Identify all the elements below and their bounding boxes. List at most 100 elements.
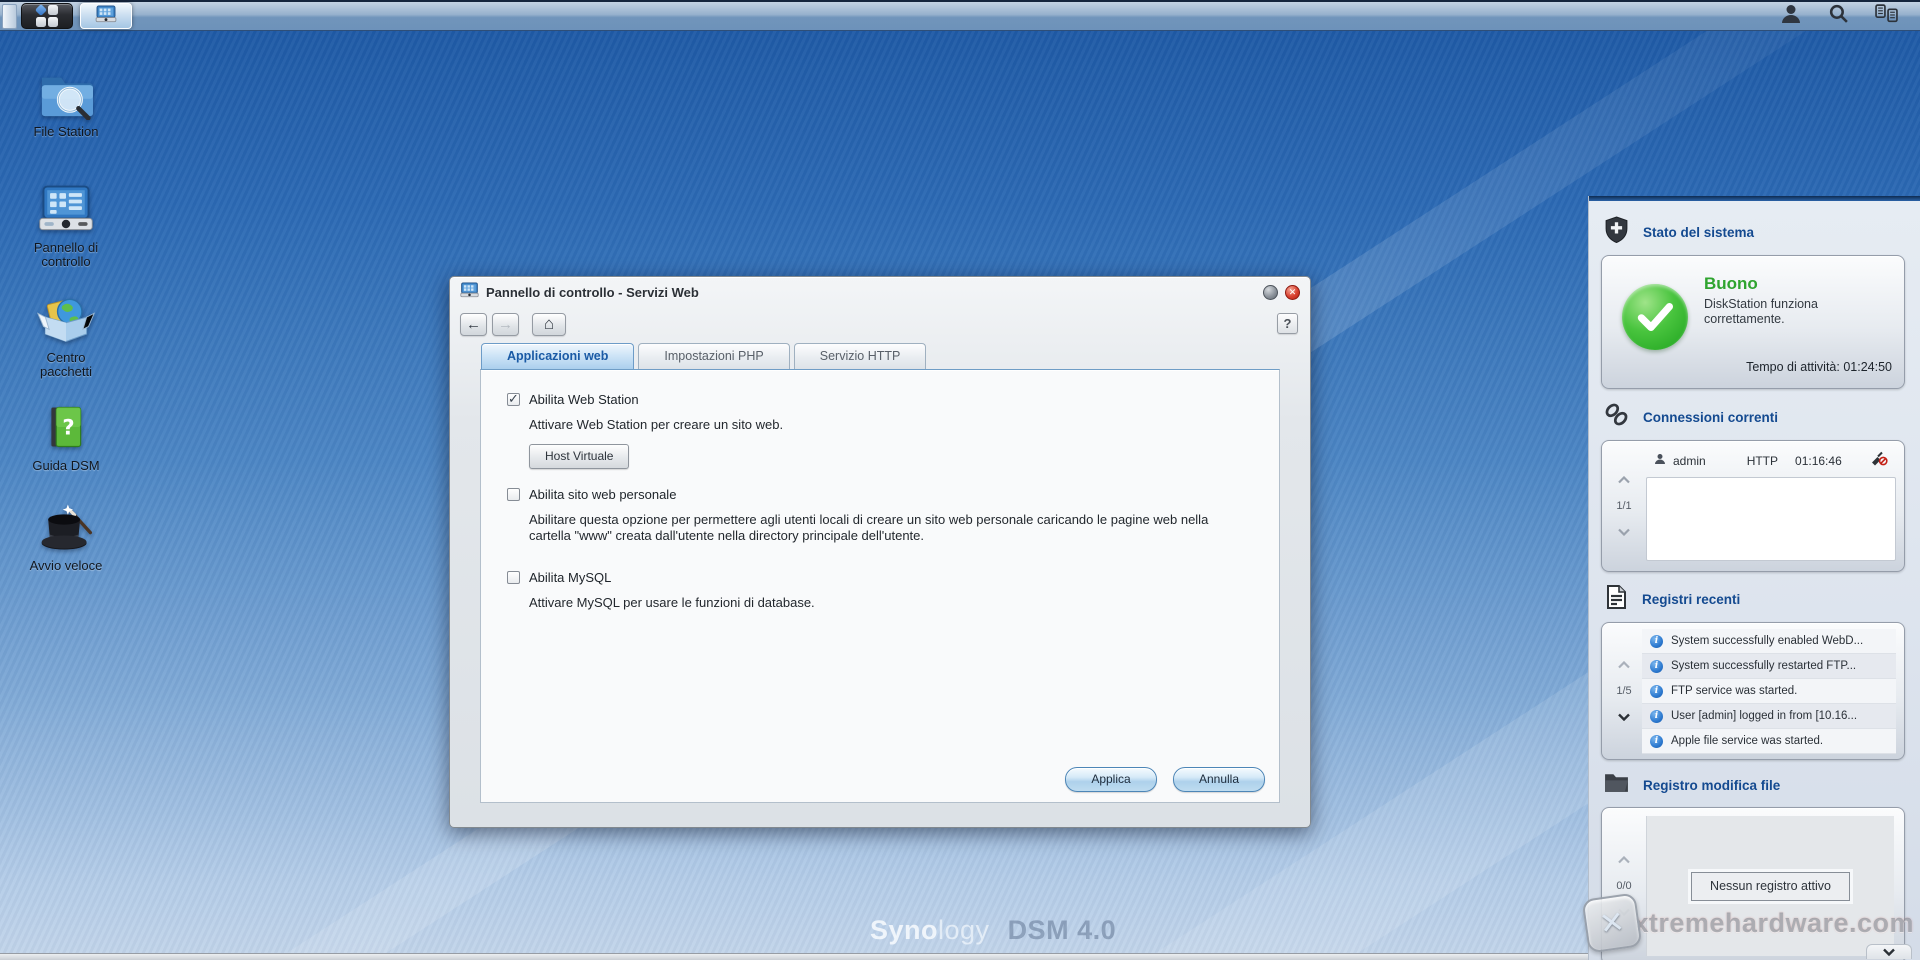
log-row[interactable]: i System successfully restarted FTP... bbox=[1642, 654, 1896, 679]
forward-button[interactable]: → bbox=[492, 312, 519, 336]
status-text: Buono bbox=[1704, 274, 1758, 293]
status-message: DiskStation funziona correttamente. bbox=[1704, 297, 1818, 326]
show-desktop-button[interactable] bbox=[2, 3, 17, 29]
pilot-view-button[interactable] bbox=[1875, 4, 1898, 28]
disconnect-icon[interactable] bbox=[1870, 451, 1888, 471]
tab-servizio-http[interactable]: Servizio HTTP bbox=[793, 343, 927, 369]
tab-bar: Applicazioni web Impostazioni PHP Serviz… bbox=[480, 343, 1280, 369]
personal-site-checkbox[interactable] bbox=[507, 488, 520, 501]
taskbar-right bbox=[1780, 3, 1920, 30]
page-down-icon[interactable] bbox=[1617, 523, 1631, 541]
web-station-description: Attivare Web Station per creare un sito … bbox=[529, 417, 784, 432]
help-button[interactable]: ? bbox=[1277, 313, 1298, 334]
info-icon: i bbox=[1650, 734, 1663, 748]
info-icon: i bbox=[1650, 709, 1663, 723]
watermark: ✕ xtremehardware.com bbox=[1581, 892, 1914, 954]
link-icon bbox=[1603, 401, 1630, 433]
page-up-icon[interactable] bbox=[1617, 471, 1631, 489]
help-book-icon: ? bbox=[8, 396, 124, 454]
desktop-icon-quick-start[interactable]: Avvio veloce bbox=[8, 496, 124, 573]
brand-bold: Syno bbox=[870, 915, 939, 945]
user-icon bbox=[1780, 3, 1802, 30]
tab-applicazioni-web[interactable]: Applicazioni web bbox=[481, 343, 635, 369]
web-station-label: Abilita Web Station bbox=[529, 392, 639, 407]
search-button[interactable] bbox=[1828, 3, 1849, 29]
back-icon: ← bbox=[466, 315, 481, 333]
log-row[interactable]: i FTP service was started. bbox=[1642, 679, 1896, 704]
mysql-description: Attivare MySQL per usare le funzioni di … bbox=[529, 595, 815, 610]
widget-title: Registro modifica file bbox=[1643, 777, 1781, 793]
desktop-icon-package-center[interactable]: Centro pacchetti bbox=[8, 288, 124, 379]
recent-logs-panel: 1/5 i System successfully enabled WebD...… bbox=[1601, 622, 1905, 760]
personal-site-label: Abilita sito web personale bbox=[529, 487, 677, 502]
page-down-icon[interactable] bbox=[1617, 708, 1631, 726]
control-panel-window: Pannello di controllo - Servizi Web ✕ ← … bbox=[449, 276, 1311, 828]
apply-button[interactable]: Applica bbox=[1065, 767, 1157, 792]
folder-icon bbox=[1603, 770, 1630, 800]
status-ok-icon bbox=[1622, 284, 1688, 350]
virtual-host-button[interactable]: Host Virtuale bbox=[529, 444, 630, 469]
svg-text:?: ? bbox=[62, 414, 74, 439]
taskbar-item-control-panel[interactable] bbox=[80, 3, 132, 29]
control-panel-icon bbox=[8, 178, 124, 236]
connections-header: Connessioni correnti bbox=[1603, 401, 1905, 433]
logs-pager: 1/5 bbox=[1602, 623, 1646, 759]
desktop-icon-dsm-help[interactable]: ? Guida DSM bbox=[8, 396, 124, 473]
desktop-icon-file-station[interactable]: File Station bbox=[8, 62, 124, 139]
home-button[interactable]: ⌂ bbox=[532, 312, 566, 336]
system-health-panel: Buono DiskStation funziona correttamente… bbox=[1601, 255, 1905, 389]
web-station-checkbox[interactable] bbox=[507, 391, 520, 407]
mysql-row: Abilita MySQL bbox=[507, 570, 1253, 585]
web-station-row: Abilita Web Station bbox=[507, 391, 1253, 407]
widget-title: Stato del sistema bbox=[1643, 224, 1755, 240]
tab-panel: Abilita Web Station Attivare Web Station… bbox=[480, 369, 1280, 803]
personal-site-description: Abilitare questa opzione per permettere … bbox=[529, 512, 1209, 543]
desktop-icon-control-panel[interactable]: Pannello di controllo bbox=[8, 178, 124, 269]
watermark-text: xtremehardware.com bbox=[1633, 907, 1914, 938]
mysql-checkbox[interactable] bbox=[507, 571, 520, 584]
desktop-icon-label: Centro pacchetti bbox=[39, 350, 93, 379]
magic-hat-icon bbox=[8, 496, 124, 554]
search-icon bbox=[1828, 3, 1849, 29]
user-mini-icon bbox=[1654, 452, 1666, 470]
window-titlebar[interactable]: Pannello di controllo - Servizi Web ✕ bbox=[450, 277, 1310, 307]
connection-row: admin HTTP 01:16:46 bbox=[1646, 449, 1896, 477]
home-icon: ⌂ bbox=[543, 314, 555, 333]
desktop-icon-label: File Station bbox=[33, 124, 99, 139]
page-up-icon[interactable] bbox=[1617, 656, 1631, 674]
cancel-button[interactable]: Annulla bbox=[1173, 767, 1265, 792]
personal-site-row: Abilita sito web personale bbox=[507, 487, 1253, 502]
system-health-header: Stato del sistema bbox=[1603, 216, 1905, 248]
pager-label: 1/1 bbox=[1616, 500, 1632, 512]
window-icon bbox=[460, 281, 479, 303]
log-row[interactable]: i Apple file service was started. bbox=[1642, 729, 1896, 754]
connections-pager: 1/1 bbox=[1602, 441, 1646, 571]
control-panel-task-icon bbox=[95, 4, 117, 28]
taskbar-left bbox=[0, 2, 132, 30]
form-footer: Applica Annulla bbox=[1065, 767, 1265, 792]
log-row[interactable]: i System successfully enabled WebD... bbox=[1642, 629, 1896, 654]
info-icon: i bbox=[1650, 634, 1663, 648]
pager-label: 0/0 bbox=[1616, 880, 1632, 892]
shield-icon bbox=[1603, 216, 1630, 248]
window-controls: ✕ bbox=[1263, 284, 1300, 300]
file-change-log-header: Registro modifica file bbox=[1603, 770, 1905, 800]
document-icon bbox=[1603, 584, 1629, 615]
folder-search-icon bbox=[8, 62, 124, 120]
log-row[interactable]: i User [admin] logged in from [10.16... bbox=[1642, 704, 1896, 729]
minimize-button[interactable] bbox=[1263, 284, 1278, 300]
window-toolbar: ← → ⌂ ? bbox=[450, 307, 1310, 341]
close-button[interactable]: ✕ bbox=[1285, 284, 1300, 300]
close-icon: ✕ bbox=[1288, 286, 1297, 297]
user-menu-button[interactable] bbox=[1780, 3, 1802, 30]
package-center-icon bbox=[8, 288, 124, 346]
taskbar bbox=[0, 0, 1920, 31]
connection-user: admin bbox=[1673, 454, 1706, 468]
tab-impostazioni-php[interactable]: Impostazioni PHP bbox=[638, 343, 790, 369]
back-button[interactable]: ← bbox=[460, 312, 487, 336]
log-rows: i System successfully enabled WebD... i Sy… bbox=[1642, 629, 1896, 754]
page-up-icon[interactable] bbox=[1617, 851, 1631, 869]
watermark-x-icon: ✕ bbox=[1581, 892, 1643, 954]
widget-title: Registri recenti bbox=[1642, 592, 1741, 607]
main-menu-button[interactable] bbox=[21, 3, 73, 29]
